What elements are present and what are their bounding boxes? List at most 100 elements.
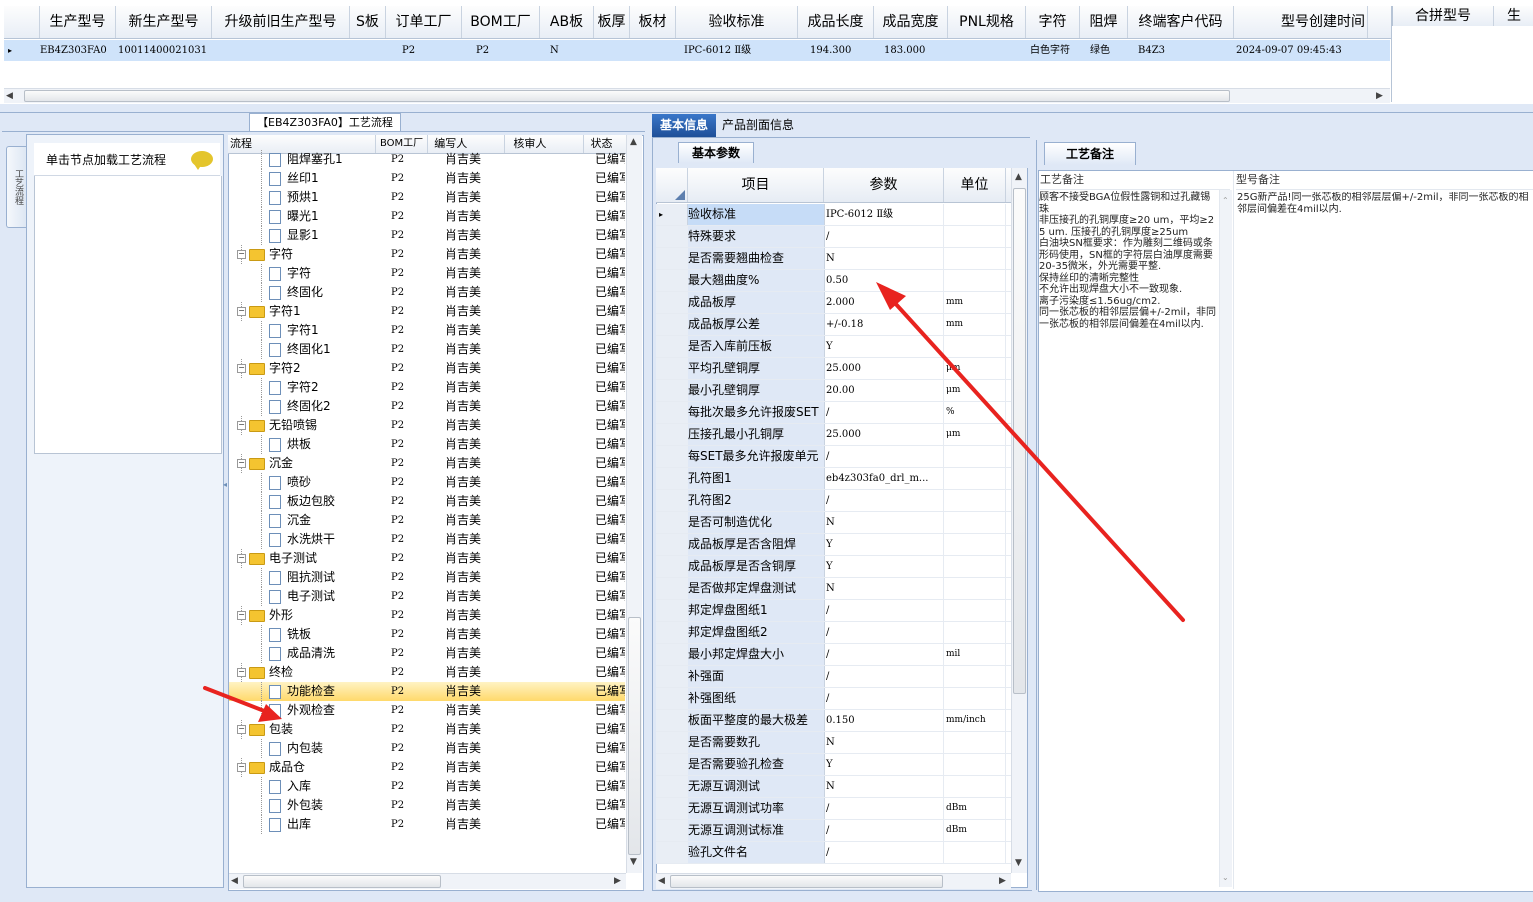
node[interactable]: 字符 bbox=[249, 245, 293, 264]
node[interactable]: 沉金 bbox=[249, 454, 293, 473]
scroll-right-icon[interactable]: ▶ bbox=[999, 876, 1006, 886]
node[interactable]: 板边包胶 bbox=[269, 492, 335, 511]
tree-leaf-node[interactable]: 阻抗测试 P2 肖吉美 已编写 bbox=[229, 568, 625, 587]
scroll-left-icon[interactable]: ◀ bbox=[658, 876, 665, 886]
tree-leaf-node[interactable]: 烘板 P2 肖吉美 已编写 bbox=[229, 435, 625, 454]
cell[interactable] bbox=[630, 40, 676, 61]
node[interactable]: 终检 bbox=[249, 663, 293, 682]
horizontal-scrollbar[interactable]: ◀ ▶ bbox=[229, 873, 626, 889]
node[interactable]: 喷砂 bbox=[269, 473, 311, 492]
tree-leaf-node[interactable]: 显影1 P2 肖吉美 已编写 bbox=[229, 226, 625, 245]
col-header[interactable]: 参数 bbox=[824, 168, 944, 202]
param-cell-unit[interactable] bbox=[944, 468, 1006, 489]
node[interactable]: 烘板 bbox=[269, 435, 311, 454]
param-cell-param[interactable]: / bbox=[824, 820, 944, 841]
tree-leaf-node[interactable]: 水洗烘干 P2 肖吉美 已编写 bbox=[229, 530, 625, 549]
param-cell-param[interactable]: / bbox=[824, 798, 944, 819]
param-cell-unit[interactable] bbox=[944, 600, 1006, 621]
subtab-basic-params[interactable]: 基本参数 bbox=[678, 142, 754, 163]
param-cell-unit[interactable] bbox=[944, 776, 1006, 797]
param-cell-unit[interactable] bbox=[944, 270, 1006, 291]
param-cell-param[interactable]: 2.000 bbox=[824, 292, 944, 313]
param-cell-param[interactable]: N bbox=[824, 776, 944, 797]
param-cell-unit[interactable] bbox=[944, 666, 1006, 687]
vertical-scrollbar[interactable]: ⌃ ⌄ bbox=[1219, 190, 1232, 887]
param-row[interactable]: 成品板厚 2.000 mm bbox=[656, 292, 1011, 314]
tree-folder-node[interactable]: − 外形 P2 肖吉美 已编写 bbox=[229, 606, 625, 625]
param-row[interactable]: 孔符图2/ bbox=[656, 490, 1011, 512]
param-cell-param[interactable]: +/-0.18 bbox=[824, 314, 944, 335]
cell[interactable]: 183.000 bbox=[874, 40, 948, 61]
cell[interactable]: B4Z3 bbox=[1128, 40, 1234, 61]
scroll-up-icon[interactable]: ▲ bbox=[1015, 172, 1022, 182]
param-cell-param[interactable]: / bbox=[824, 666, 944, 687]
collapse-toggle-icon[interactable]: − bbox=[237, 668, 246, 677]
col-header[interactable]: S板 bbox=[350, 6, 386, 38]
param-row[interactable]: 是否可制造优化 N bbox=[656, 512, 1011, 534]
tree-folder-node[interactable]: − 成品仓 P2 肖吉美 已编写 bbox=[229, 758, 625, 777]
tree-leaf-node[interactable]: 功能检查 P2 肖吉美 已编写 bbox=[229, 682, 625, 701]
tree-leaf-node[interactable]: 喷砂 P2 肖吉美 已编写 bbox=[229, 473, 625, 492]
cell[interactable]: 194.300 bbox=[798, 40, 874, 61]
node[interactable]: 字符2 bbox=[249, 359, 301, 378]
param-cell-unit[interactable]: mm/inch bbox=[944, 710, 1006, 731]
scroll-left-icon[interactable]: ◀ bbox=[6, 91, 13, 101]
scroll-right-icon[interactable]: ▶ bbox=[614, 876, 621, 886]
param-cell-unit[interactable]: μm bbox=[944, 424, 1006, 445]
node[interactable]: 无铅喷锡 bbox=[249, 416, 317, 435]
param-cell-unit[interactable] bbox=[944, 556, 1006, 577]
table-row[interactable]: ▸ EB4Z303FA0 10011400021031 P2 P2 N IPC-… bbox=[4, 40, 1390, 61]
param-cell-unit[interactable]: mm bbox=[944, 314, 1006, 335]
param-cell-unit[interactable]: mm bbox=[944, 292, 1006, 313]
cell[interactable]: P2 bbox=[386, 40, 462, 61]
param-row[interactable]: 平均孔壁铜厚 25.000 μm bbox=[656, 358, 1011, 380]
collapse-toggle-icon[interactable]: − bbox=[237, 307, 246, 316]
node[interactable]: 电子测试 bbox=[269, 587, 335, 606]
param-cell-unit[interactable] bbox=[944, 226, 1006, 247]
node[interactable]: 字符2 bbox=[269, 378, 319, 397]
node[interactable]: 丝印1 bbox=[269, 169, 319, 188]
node[interactable]: 终固化2 bbox=[269, 397, 331, 416]
tree-leaf-node[interactable]: 终固化 P2 肖吉美 已编写 bbox=[229, 283, 625, 302]
param-cell-param[interactable]: 20.00 bbox=[824, 380, 944, 401]
param-cell-unit[interactable] bbox=[944, 732, 1006, 753]
param-cell-param[interactable]: / bbox=[824, 600, 944, 621]
col-header[interactable]: PNL规格 bbox=[948, 6, 1026, 38]
tree-leaf-node[interactable]: 电子测试 P2 肖吉美 已编写 bbox=[229, 587, 625, 606]
col-header[interactable]: 型号创建时间 bbox=[1234, 6, 1368, 38]
tree-leaf-node[interactable]: 外观检查 P2 肖吉美 已编写 bbox=[229, 701, 625, 720]
node[interactable]: 外观检查 bbox=[269, 701, 335, 720]
scroll-thumb[interactable] bbox=[670, 875, 943, 888]
collapse-toggle-icon[interactable]: − bbox=[237, 554, 246, 563]
param-row[interactable]: 补强图纸 / bbox=[656, 688, 1011, 710]
param-row[interactable]: 成品板厚是否含阻焊 Y bbox=[656, 534, 1011, 556]
collapse-toggle-icon[interactable]: − bbox=[237, 250, 246, 259]
param-cell-param[interactable]: Y bbox=[824, 556, 944, 577]
param-row[interactable]: 是否做邦定焊盘测试 N bbox=[656, 578, 1011, 600]
node[interactable]: 功能检查 bbox=[269, 682, 335, 701]
cell[interactable]: 10011400021031 bbox=[116, 40, 212, 61]
scroll-thumb[interactable] bbox=[628, 617, 641, 855]
tree-folder-node[interactable]: − 字符2 P2 肖吉美 已编写 bbox=[229, 359, 625, 378]
param-cell-param[interactable]: N bbox=[824, 732, 944, 753]
param-cell-param[interactable]: 25.000 bbox=[824, 358, 944, 379]
param-cell-param[interactable]: IPC-6012 Ⅱ级 bbox=[824, 204, 944, 225]
col-header[interactable]: BOM工厂 bbox=[462, 6, 540, 38]
tree-leaf-node[interactable]: 曝光1 P2 肖吉美 已编写 bbox=[229, 207, 625, 226]
param-row[interactable]: 特殊要求 / bbox=[656, 226, 1011, 248]
param-row[interactable]: 是否需要验孔检查 Y bbox=[656, 754, 1011, 776]
param-row[interactable]: 板面平整度的最大极差 0.150 mm/inch bbox=[656, 710, 1011, 732]
tree-leaf-node[interactable]: 成品清洗 P2 肖吉美 已编写 bbox=[229, 644, 625, 663]
param-cell-unit[interactable]: mil bbox=[944, 644, 1006, 665]
param-cell-param[interactable]: 0.150 bbox=[824, 710, 944, 731]
param-cell-param[interactable]: eb4z303fa0_drl_m... bbox=[824, 468, 944, 489]
param-row[interactable]: 是否需要翘曲检查 N bbox=[656, 248, 1011, 270]
node[interactable]: 成品清洗 bbox=[269, 644, 335, 663]
node[interactable]: 终固化 bbox=[269, 283, 323, 302]
cell[interactable]: 白色字符 bbox=[1026, 40, 1080, 61]
param-cell-unit[interactable] bbox=[944, 336, 1006, 357]
col-header[interactable]: 合拼型号 bbox=[1393, 6, 1494, 26]
cell[interactable]: IPC-6012 Ⅱ级 bbox=[676, 40, 798, 61]
node[interactable]: 字符 bbox=[269, 264, 311, 283]
param-cell-unit[interactable] bbox=[944, 512, 1006, 533]
